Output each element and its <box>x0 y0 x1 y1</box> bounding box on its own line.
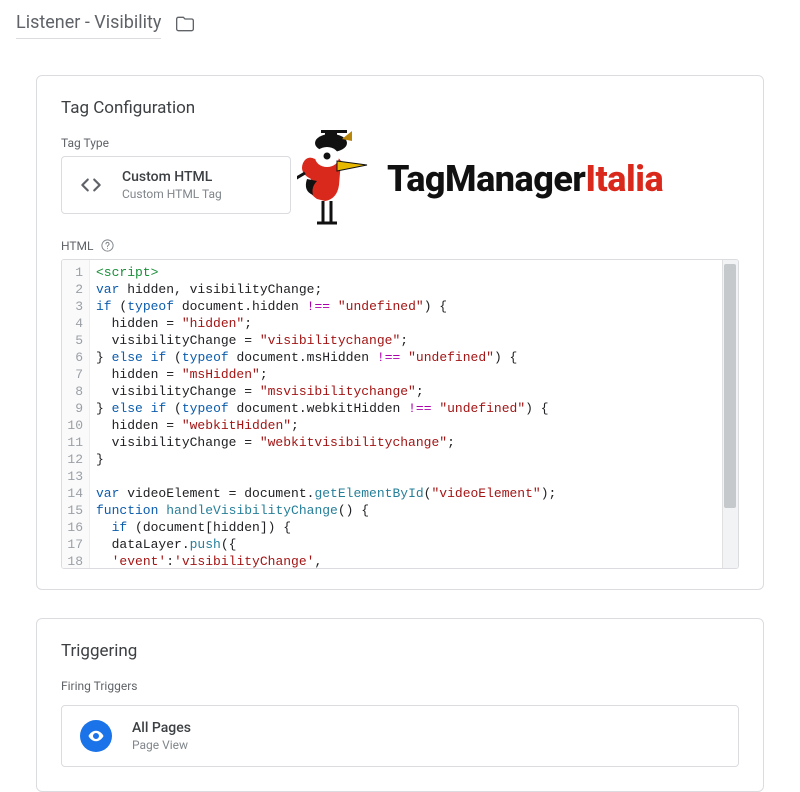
eye-icon <box>80 720 112 752</box>
trigger-row[interactable]: All Pages Page View <box>61 705 739 767</box>
brand-logo: TagManagerItalia <box>297 124 757 234</box>
code-body[interactable]: <script>var hidden, visibilityChange;if … <box>90 260 738 568</box>
scroll-thumb[interactable] <box>724 264 736 508</box>
scrollbar[interactable] <box>722 260 738 568</box>
config-heading: Tag Configuration <box>61 98 739 118</box>
woodpecker-icon <box>297 129 375 229</box>
page-header: Listener - Visibility <box>0 0 800 47</box>
tag-type-name: Custom HTML <box>122 169 222 185</box>
page-title[interactable]: Listener - Visibility <box>16 12 161 39</box>
tag-type-sub: Custom HTML Tag <box>122 187 222 201</box>
html-code-editor[interactable]: 12345678910111213141516171819 <script>va… <box>61 259 739 569</box>
triggering-heading: Triggering <box>61 641 739 661</box>
help-icon[interactable] <box>100 238 115 253</box>
brand-text: TagManagerItalia <box>387 158 663 200</box>
tag-type-selector[interactable]: Custom HTML Custom HTML Tag <box>61 156 291 214</box>
triggering-panel: Triggering Firing Triggers All Pages Pag… <box>36 618 764 792</box>
tag-config-panel: Tag Configuration TagManagerItalia Tag T… <box>36 75 764 590</box>
html-field-label: HTML <box>61 238 739 253</box>
line-gutter: 12345678910111213141516171819 <box>62 260 90 568</box>
trigger-name: All Pages <box>132 720 191 736</box>
folder-icon[interactable] <box>175 14 195 38</box>
trigger-sub: Page View <box>132 738 191 752</box>
code-icon <box>78 172 104 198</box>
firing-triggers-label: Firing Triggers <box>61 679 739 693</box>
